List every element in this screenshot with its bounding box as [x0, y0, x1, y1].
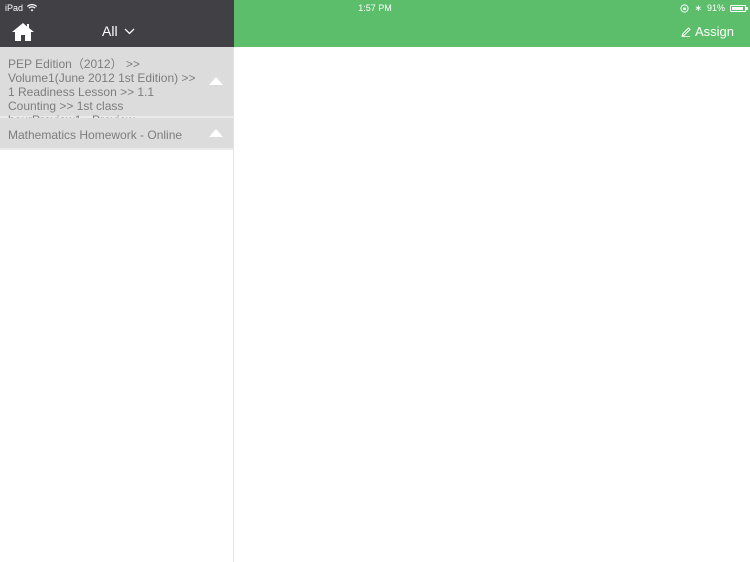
- battery-icon: [730, 4, 748, 12]
- filter-dropdown[interactable]: All: [102, 23, 135, 39]
- collapse-triangle-icon[interactable]: [209, 77, 223, 85]
- filter-label: All: [102, 23, 118, 39]
- main-content: [235, 47, 750, 562]
- home-button[interactable]: [11, 22, 35, 42]
- home-icon: [12, 23, 34, 41]
- list-item[interactable]: PEP Edition（2012） >> Volume1(June 2012 1…: [0, 47, 233, 127]
- list-item[interactable]: Mathematics Homework - Online: [0, 118, 233, 150]
- orientation-lock-icon: [680, 3, 690, 13]
- status-bar-right: ∗ 91%: [680, 0, 748, 16]
- pencil-icon: [681, 26, 691, 37]
- collapse-triangle-icon[interactable]: [209, 129, 223, 137]
- assign-button[interactable]: Assign: [681, 24, 734, 39]
- list-item-label: PEP Edition（2012） >> Volume1(June 2012 1…: [8, 57, 196, 127]
- sidebar: PEP Edition（2012） >> Volume1(June 2012 1…: [0, 47, 234, 562]
- chevron-down-icon: [124, 28, 135, 34]
- status-time: 1:57 PM: [358, 3, 392, 13]
- assign-label: Assign: [694, 24, 734, 39]
- bluetooth-icon: ∗: [694, 3, 702, 13]
- battery-percent: 91%: [706, 3, 725, 13]
- list-item-label: Mathematics Homework - Online: [8, 128, 183, 142]
